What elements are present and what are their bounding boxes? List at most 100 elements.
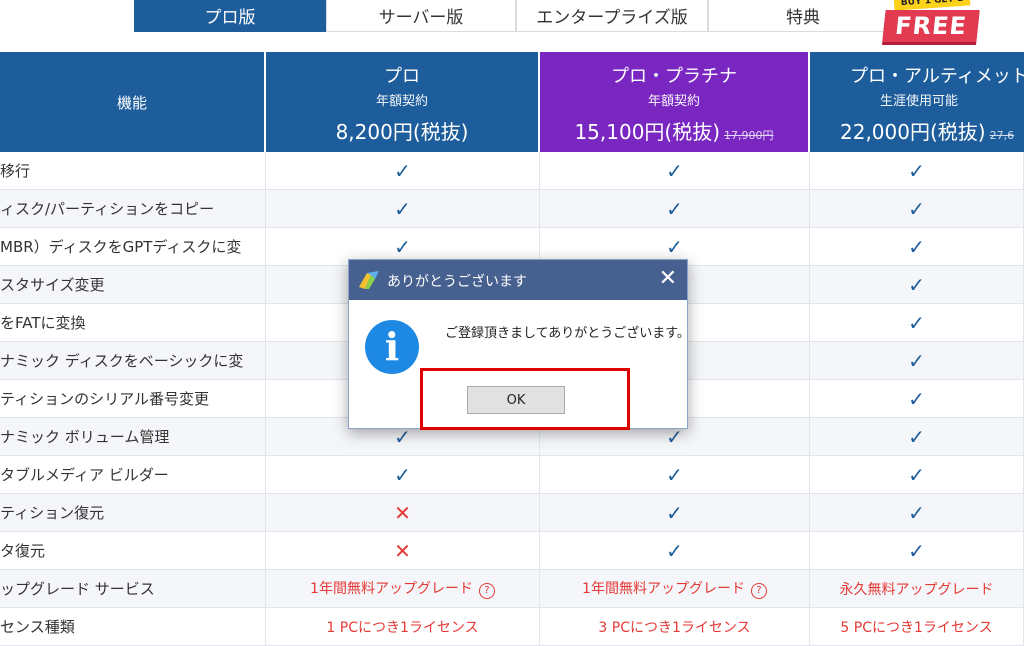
check-icon: ✓ xyxy=(908,158,925,183)
table-row: タブルメディア ビルダー ✓ ✓ ✓ xyxy=(0,456,1024,494)
check-icon: ✓ xyxy=(908,462,925,487)
feature-header: 機能 xyxy=(0,52,264,152)
check-icon: ✓ xyxy=(908,424,925,449)
plan-detail-text: 3 PCにつき1ライセンス xyxy=(598,619,751,636)
tab-enterprise[interactable]: エンタープライズ版 xyxy=(516,0,708,32)
cross-icon: ✕ xyxy=(394,500,411,525)
plan-detail-cell: 1年間無料アップグレード? xyxy=(540,570,810,608)
plan-old-price: 27,6 xyxy=(989,129,1015,142)
feature-label: ップグレード サービス xyxy=(0,570,266,608)
dialog-message: ご登録頂きましてありがとうございます。 xyxy=(445,326,690,341)
check-icon: ✓ xyxy=(810,304,1024,342)
check-icon: ✓ xyxy=(394,158,411,183)
help-icon[interactable]: ? xyxy=(750,583,767,599)
close-icon[interactable]: ✕ xyxy=(659,266,677,291)
plan-price: 8,200円(税抜) xyxy=(335,120,469,144)
tab-server[interactable]: サーバー版 xyxy=(326,0,516,32)
check-icon: ✓ xyxy=(908,272,925,297)
cross-icon: ✕ xyxy=(266,532,540,570)
plan-detail-text: 5 PCにつき1ライセンス xyxy=(840,619,993,636)
plan-old-price: 17,900円 xyxy=(724,129,774,142)
check-icon: ✓ xyxy=(908,196,925,221)
check-icon: ✓ xyxy=(540,494,810,532)
plan-name: プロ・プラチナ xyxy=(611,66,737,87)
check-icon: ✓ xyxy=(666,500,683,525)
table-row: 移行 ✓ ✓ ✓ xyxy=(0,152,1024,190)
check-icon: ✓ xyxy=(540,456,810,494)
table-row: タ復元 ✕ ✓ ✓ xyxy=(0,532,1024,570)
check-icon: ✓ xyxy=(666,538,683,563)
check-icon: ✓ xyxy=(666,196,683,221)
table-row: ィスク/パーティションをコピー ✓ ✓ ✓ xyxy=(0,190,1024,228)
check-icon: ✓ xyxy=(810,228,1024,266)
check-icon: ✓ xyxy=(810,380,1024,418)
plan-header-ultimate: プロ・アルティメット 生涯使用可能 22,000円(税抜) 27,6 xyxy=(810,52,1024,152)
plan-detail-cell: 1年間無料アップグレード? xyxy=(266,570,540,608)
check-icon: ✓ xyxy=(810,152,1024,190)
plan-term: 生涯使用可能 xyxy=(880,94,959,109)
plan-detail-cell: 1 PCにつき1ライセンス xyxy=(266,608,540,646)
feature-label: MBR）ディスクをGPTディスクに変 xyxy=(0,228,266,266)
cross-icon: ✕ xyxy=(266,494,540,532)
plan-detail-text: 1 PCにつき1ライセンス xyxy=(326,619,479,636)
dialog-titlebar: ありがとうございます ✕ xyxy=(349,260,687,300)
tab-pro[interactable]: プロ版 xyxy=(134,0,326,32)
plan-detail-cell: 永久無料アップグレード xyxy=(810,570,1024,608)
tab-bonus[interactable]: 特典 xyxy=(708,0,898,32)
plan-detail-text: 1年間無料アップグレード? xyxy=(582,578,767,599)
check-icon: ✓ xyxy=(810,342,1024,380)
plan-header-platinum: プロ・プラチナ 年額契約 15,100円(税抜) 17,900円 xyxy=(540,52,808,152)
free-badge: BUY 1 GET 1 FREE xyxy=(882,0,980,46)
plan-name: プロ xyxy=(384,66,420,87)
check-icon: ✓ xyxy=(908,348,925,373)
feature-label: タ復元 xyxy=(0,532,266,570)
check-icon: ✓ xyxy=(666,158,683,183)
cross-icon: ✕ xyxy=(394,538,411,563)
check-icon: ✓ xyxy=(908,538,925,563)
dialog-title: ありがとうございます xyxy=(387,274,527,290)
check-icon: ✓ xyxy=(810,532,1024,570)
feature-label: 移行 xyxy=(0,152,266,190)
check-icon: ✓ xyxy=(394,234,411,259)
info-icon: i xyxy=(365,320,419,374)
plan-detail-text: 1年間無料アップグレード? xyxy=(310,578,495,599)
check-icon: ✓ xyxy=(810,494,1024,532)
check-icon: ✓ xyxy=(394,462,411,487)
feature-label: ィスク/パーティションをコピー xyxy=(0,190,266,228)
check-icon: ✓ xyxy=(266,152,540,190)
check-icon: ✓ xyxy=(810,190,1024,228)
check-icon: ✓ xyxy=(666,234,683,259)
table-row: ティション復元 ✕ ✓ ✓ xyxy=(0,494,1024,532)
check-icon: ✓ xyxy=(540,152,810,190)
ok-button[interactable]: OK xyxy=(467,386,565,414)
feature-label: ティションのシリアル番号変更 xyxy=(0,380,266,418)
check-icon: ✓ xyxy=(540,190,810,228)
feature-label: ナミック ディスクをベーシックに変 xyxy=(0,342,266,380)
check-icon: ✓ xyxy=(394,196,411,221)
feature-label: ナミック ボリューム管理 xyxy=(0,418,266,456)
check-icon: ✓ xyxy=(810,418,1024,456)
check-icon: ✓ xyxy=(266,456,540,494)
check-icon: ✓ xyxy=(540,532,810,570)
help-icon[interactable]: ? xyxy=(478,583,495,599)
check-icon: ✓ xyxy=(266,190,540,228)
plan-header-pro: プロ 年額契約 8,200円(税抜) xyxy=(266,52,538,152)
plan-term: 年額契約 xyxy=(375,94,428,109)
edition-tabs: プロ版 サーバー版 エンタープライズ版 特典 BUY 1 GET 1 FREE xyxy=(0,0,1024,50)
check-icon: ✓ xyxy=(908,500,925,525)
thank-you-dialog: ありがとうございます ✕ i ご登録頂きましてありがとうございます。 OK xyxy=(348,259,690,429)
table-row: センス種類 1 PCにつき1ライセンス 3 PCにつき1ライセンス 5 PCにつき1ラ… xyxy=(0,608,1024,646)
feature-label: ティション復元 xyxy=(0,494,266,532)
check-icon: ✓ xyxy=(666,462,683,487)
plan-detail-text: 永久無料アップグレード xyxy=(839,581,994,598)
check-icon: ✓ xyxy=(908,310,925,335)
feature-label: センス種類 xyxy=(0,608,266,646)
plan-term: 年額契約 xyxy=(647,94,700,109)
feature-label: スタサイズ変更 xyxy=(0,266,266,304)
feature-label: タブルメディア ビルダー xyxy=(0,456,266,494)
plan-detail-cell: 3 PCにつき1ライセンス xyxy=(540,608,810,646)
table-row: ップグレード サービス 1年間無料アップグレード? 1年間無料アップグレード? 永久無… xyxy=(0,570,1024,608)
check-icon: ✓ xyxy=(908,386,925,411)
plan-price: 15,100円(税抜) 17,900円 xyxy=(574,120,774,144)
plan-price: 22,000円(税抜) 27,6 xyxy=(840,120,1015,144)
